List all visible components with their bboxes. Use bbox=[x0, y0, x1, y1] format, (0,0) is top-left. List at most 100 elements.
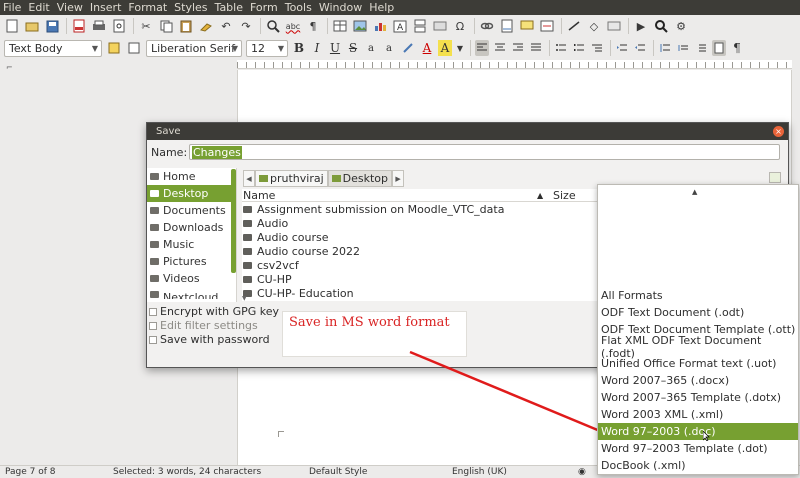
strikethrough-button[interactable]: S bbox=[346, 40, 360, 56]
draw-icon[interactable] bbox=[606, 18, 622, 34]
format-option[interactable]: Word 97–2003 Template (.dot) bbox=[598, 440, 798, 457]
scroll-up-icon[interactable]: ▲ bbox=[692, 188, 697, 196]
field-icon[interactable] bbox=[432, 18, 448, 34]
language[interactable]: English (UK) bbox=[452, 467, 507, 477]
increase-indent-icon[interactable] bbox=[615, 40, 629, 56]
view-layout-icon[interactable]: ◉ bbox=[578, 467, 586, 477]
menu-file[interactable]: File bbox=[3, 0, 21, 15]
export-pdf-icon[interactable] bbox=[71, 18, 87, 34]
line-icon[interactable] bbox=[566, 18, 582, 34]
menu-view[interactable]: View bbox=[57, 0, 83, 15]
column-name[interactable]: Name bbox=[243, 189, 275, 202]
file-row[interactable]: Audio course bbox=[242, 230, 602, 244]
place-videos[interactable]: Videos bbox=[147, 270, 236, 287]
new-style-icon[interactable] bbox=[126, 40, 142, 56]
outline-icon[interactable] bbox=[590, 40, 604, 56]
dialog-titlebar[interactable]: Save × bbox=[147, 123, 788, 140]
shapes-icon[interactable]: ◇ bbox=[586, 18, 602, 34]
open-icon[interactable] bbox=[24, 18, 40, 34]
chevron-down-icon[interactable]: ▼ bbox=[456, 40, 464, 56]
chart-icon[interactable] bbox=[372, 18, 388, 34]
place-documents[interactable]: Documents bbox=[147, 202, 236, 219]
formatting-marks-icon[interactable]: ¶ bbox=[305, 18, 321, 34]
highlight-button[interactable]: A bbox=[438, 40, 452, 56]
decrease-indent-icon[interactable] bbox=[633, 40, 647, 56]
format-option[interactable]: Flat XML ODF Text Document (.fodt) bbox=[598, 334, 798, 360]
file-row[interactable]: Audio bbox=[242, 216, 602, 230]
page-style[interactable]: Default Style bbox=[309, 467, 367, 477]
format-option[interactable]: Word 2003 XML (.xml) bbox=[598, 406, 798, 423]
menu-window[interactable]: Window bbox=[319, 0, 362, 15]
align-right-icon[interactable] bbox=[511, 40, 525, 56]
page-count[interactable]: Page 7 of 8 bbox=[5, 467, 56, 477]
para-spacing-increase-icon[interactable] bbox=[658, 40, 672, 56]
undo-icon[interactable]: ↶ bbox=[218, 18, 234, 34]
file-row[interactable]: CU-HP bbox=[242, 272, 602, 286]
menu-edit[interactable]: Edit bbox=[28, 0, 49, 15]
text-box-icon[interactable]: A bbox=[392, 18, 408, 34]
pilcrow-icon[interactable]: ¶ bbox=[730, 40, 744, 56]
image-icon[interactable] bbox=[352, 18, 368, 34]
format-option[interactable]: Word 2007–365 Template (.dotx) bbox=[598, 389, 798, 406]
find-replace-icon[interactable] bbox=[265, 18, 281, 34]
format-option[interactable]: ODF Text Document (.odt) bbox=[598, 304, 798, 321]
superscript-button[interactable]: a bbox=[364, 40, 378, 56]
subscript-button[interactable]: a bbox=[382, 40, 396, 56]
zoom-icon[interactable] bbox=[653, 18, 669, 34]
justify-icon[interactable] bbox=[529, 40, 543, 56]
underline-button[interactable]: U bbox=[328, 40, 342, 56]
file-row[interactable]: csv2vcf bbox=[242, 258, 602, 272]
column-size[interactable]: Size bbox=[553, 189, 576, 202]
font-name-select[interactable]: Liberation Serif ▼ bbox=[146, 39, 242, 57]
file-row[interactable]: Audio course 2022 bbox=[242, 244, 602, 258]
save-password-option[interactable]: Save with password bbox=[149, 333, 270, 346]
menu-insert[interactable]: Insert bbox=[90, 0, 122, 15]
comment-icon[interactable] bbox=[519, 18, 535, 34]
place-pictures[interactable]: Pictures bbox=[147, 253, 236, 270]
path-pruthviraj[interactable]: pruthviraj bbox=[255, 170, 328, 187]
update-style-icon[interactable] bbox=[106, 40, 122, 56]
line-spacing-icon[interactable] bbox=[694, 40, 708, 56]
place-home[interactable]: Home bbox=[147, 168, 236, 185]
paste-icon[interactable] bbox=[178, 18, 194, 34]
menu-help[interactable]: Help bbox=[369, 0, 394, 15]
copy-icon[interactable] bbox=[158, 18, 174, 34]
tab-stop-icon[interactable]: ⌐ bbox=[6, 63, 13, 72]
path-desktop[interactable]: Desktop bbox=[327, 170, 393, 187]
print-preview-icon[interactable] bbox=[111, 18, 127, 34]
spelling-icon[interactable]: abc bbox=[285, 18, 301, 34]
format-option[interactable]: DocBook (.xml) bbox=[598, 457, 798, 474]
place-nextcloud[interactable]: Nextcloud bbox=[147, 291, 236, 299]
paragraph-style-select[interactable]: Text Body ▼ bbox=[4, 39, 102, 57]
menu-styles[interactable]: Styles bbox=[174, 0, 207, 15]
menu-tools[interactable]: Tools bbox=[285, 0, 312, 15]
bullet-list-icon[interactable] bbox=[554, 40, 568, 56]
format-option-selected[interactable]: Word 97–2003 (.doc) bbox=[598, 423, 798, 440]
cut-icon[interactable]: ✂ bbox=[138, 18, 154, 34]
save-password-checkbox[interactable] bbox=[149, 335, 157, 344]
bold-button[interactable]: B bbox=[292, 40, 306, 56]
settings-icon[interactable]: ⚙ bbox=[673, 18, 689, 34]
track-changes-icon[interactable] bbox=[539, 18, 555, 34]
format-option[interactable]: Word 2007–365 (.docx) bbox=[598, 372, 798, 389]
new-folder-icon[interactable] bbox=[769, 172, 781, 183]
clone-icon[interactable] bbox=[198, 18, 214, 34]
footnote-icon[interactable] bbox=[499, 18, 515, 34]
file-row[interactable]: Assignment submission on Moodle_VTC_data bbox=[242, 202, 602, 216]
places-scrollbar[interactable] bbox=[231, 169, 236, 273]
path-back-icon[interactable]: ◀ bbox=[243, 170, 255, 187]
menu-format[interactable]: Format bbox=[128, 0, 167, 15]
place-desktop[interactable]: Desktop bbox=[147, 185, 236, 202]
numbered-list-icon[interactable] bbox=[572, 40, 586, 56]
format-option[interactable]: All Formats bbox=[598, 287, 798, 304]
format-option[interactable]: Unified Office Format text (.uot) bbox=[598, 355, 798, 372]
align-center-icon[interactable] bbox=[493, 40, 507, 56]
path-forward-icon[interactable]: ▶ bbox=[392, 170, 405, 187]
font-size-select[interactable]: 12 ▼ bbox=[246, 39, 288, 57]
close-icon[interactable]: × bbox=[773, 126, 784, 137]
special-character-icon[interactable]: Ω bbox=[452, 18, 468, 34]
table-icon[interactable] bbox=[332, 18, 348, 34]
macro-icon[interactable]: ▶ bbox=[633, 18, 649, 34]
encrypt-option[interactable]: Encrypt with GPG key bbox=[149, 305, 279, 318]
print-icon[interactable] bbox=[91, 18, 107, 34]
